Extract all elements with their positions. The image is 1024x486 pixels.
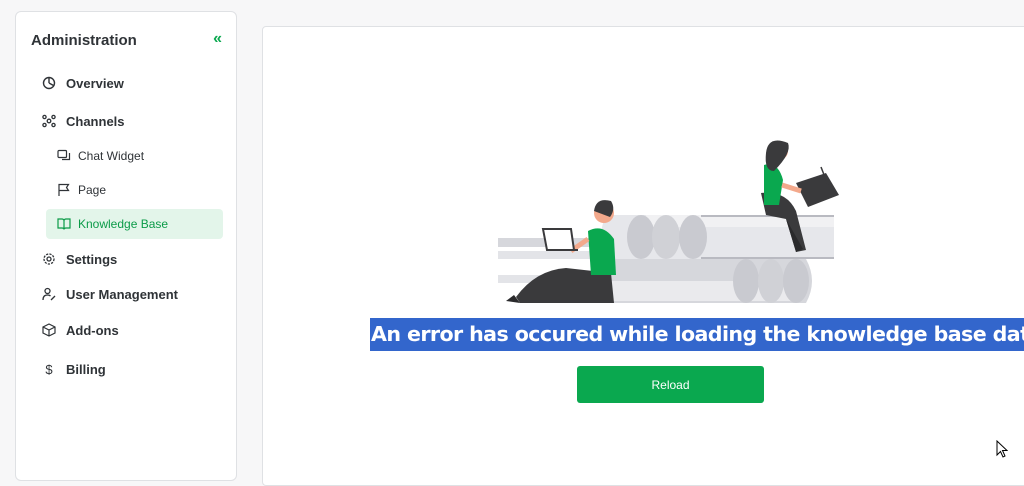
book-icon [57,217,71,231]
error-message: An error has occured while loading the k… [370,318,1024,351]
sidebar-item-channels[interactable]: Channels [42,111,125,131]
sidebar-item-label: Chat Widget [78,149,145,163]
sidebar-item-label: Knowledge Base [78,217,169,231]
error-illustration [498,140,839,303]
sidebar-item-label: Channels [66,113,125,129]
sidebar-item-label: Overview [66,75,124,91]
sidebar-title: Administration [31,32,137,49]
sidebar-header: Administration « [31,30,222,52]
sidebar-item-knowledge-base[interactable]: Knowledge Base [46,209,223,239]
main-panel: An error has occured while loading the k… [262,26,1024,486]
mouse-cursor-icon [996,440,1008,458]
double-chevron-left-icon[interactable]: « [213,30,222,48]
flag-icon [57,183,71,197]
dollar-icon: $ [45,362,53,377]
box-icon [42,323,56,337]
sidebar-item-page[interactable]: Page [46,175,223,205]
sidebar-item-user-management[interactable]: User Management [42,284,178,304]
sidebar-item-label: Page [78,183,107,197]
sidebar-item-chat-widget[interactable]: Chat Widget [46,141,223,171]
sidebar-item-overview[interactable]: Overview [42,73,124,93]
sidebar-item-label: Billing [66,361,106,377]
user-edit-icon [42,287,56,301]
reload-button[interactable]: Reload [577,366,764,403]
sidebar-item-settings[interactable]: Settings [42,249,117,269]
gear-icon [42,252,56,266]
overview-icon [42,76,56,90]
sidebar-item-label: Add-ons [66,322,119,338]
sidebar-item-billing[interactable]: $ Billing [42,359,106,379]
sidebar-item-label: Settings [66,251,118,267]
chat-icon [57,149,71,163]
sidebar-item-addons[interactable]: Add-ons [42,320,119,340]
sidebar-item-label: User Management [66,286,178,302]
sidebar: Administration « Overview Channels Chat … [15,11,237,481]
channels-icon [42,114,56,128]
